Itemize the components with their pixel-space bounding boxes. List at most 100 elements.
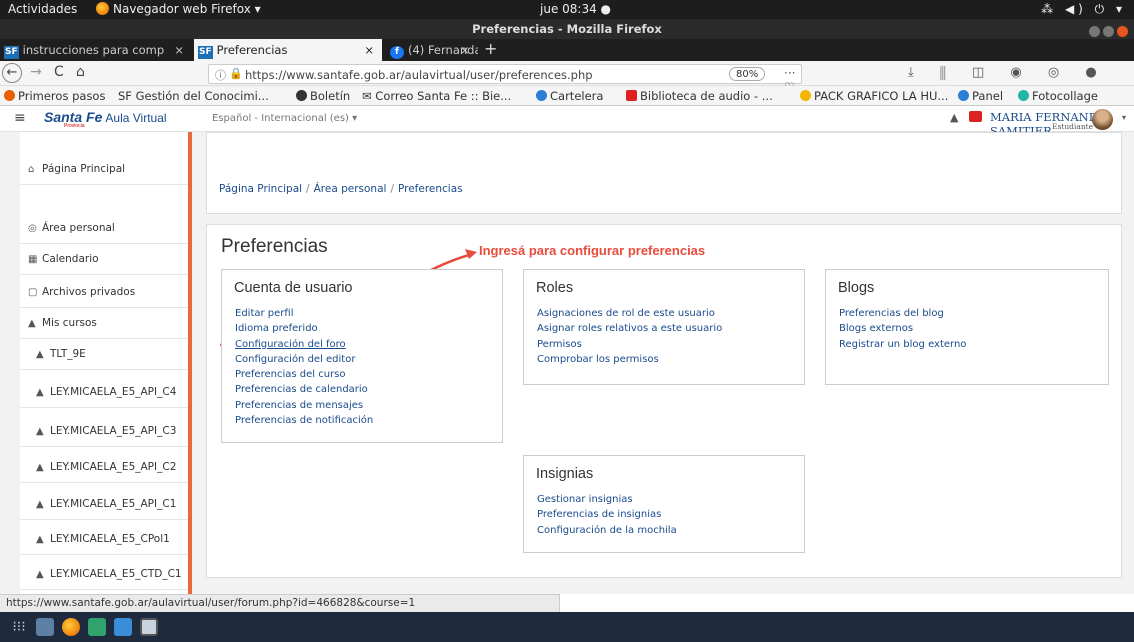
sidebar-item-course[interactable]: ▲ LEY.MICAELA_E5_API_C1 (20, 489, 188, 520)
link-asignaciones-de-rol[interactable]: Asignaciones de rol de este usuario (537, 306, 722, 321)
nav-drawer: ⌂ Página Principal ◎ Área personal ▦ Calend… (20, 132, 192, 594)
sidebar-item-area-personal[interactable]: ◎ Área personal (20, 213, 188, 244)
link-preferencias-de-mensajes[interactable]: Preferencias de mensajes (235, 398, 373, 413)
toolbar-icons[interactable]: ⤓ ⫼ ◫ ◉ ◎ ● (908, 65, 1108, 80)
link-preferencias-de-calendario[interactable]: Preferencias de calendario (235, 382, 373, 397)
hamburger-menu-icon[interactable]: ≡ (14, 110, 26, 126)
page-content: ⌂ Página Principal ◎ Área personal ▦ Calend… (0, 132, 1134, 594)
link-gestionar-insignias[interactable]: Gestionar insignias (537, 492, 677, 507)
breadcrumb: Página Principal / Área personal / Preferenc… (219, 183, 463, 195)
preferences-card: Preferencias Ingresá para configurar pre… (206, 224, 1122, 578)
bookmark-cartelera[interactable]: Cartelera (536, 89, 603, 103)
clock[interactable]: jue 08:34 ● (540, 2, 611, 16)
tab-bar: SF instrucciones para comp × SF Preferencia… (0, 39, 1134, 61)
link-blogs-externos[interactable]: Blogs externos (839, 321, 966, 336)
files-app-icon[interactable] (36, 618, 54, 636)
window-title: Preferencias - Mozilla Firefox (472, 22, 662, 36)
bookmark-boletin[interactable]: Boletín (296, 89, 350, 103)
link-asignar-roles[interactable]: Asignar roles relativos a este usuario (537, 321, 722, 336)
link-configuracion-del-foro[interactable]: Configuración del foro (235, 337, 373, 352)
santafe-favicon-icon: SF (4, 46, 19, 59)
forward-button[interactable]: → (30, 64, 42, 80)
link-idioma-preferido[interactable]: Idioma preferido (235, 321, 373, 336)
breadcrumb-item[interactable]: Área personal (314, 183, 387, 195)
user-menu-chevron-down-icon[interactable]: ▾ (1122, 113, 1126, 122)
graduation-cap-icon: ▲ (36, 349, 44, 360)
avatar[interactable] (1092, 109, 1113, 130)
section-cuenta-de-usuario: Cuenta de usuario Editar perfil Idioma p… (221, 269, 503, 443)
dashboard-icon: ◎ (28, 223, 37, 234)
breadcrumb-item[interactable]: Preferencias (398, 183, 463, 195)
facebook-favicon-icon: f (390, 46, 404, 59)
link-editar-perfil[interactable]: Editar perfil (235, 306, 373, 321)
reload-button[interactable]: C (54, 64, 64, 80)
link-preferencias-de-insignias[interactable]: Preferencias de insignias (537, 507, 677, 522)
section-title: Blogs (838, 280, 875, 296)
bookmark-correo[interactable]: ✉ Correo Santa Fe :: Bie... (362, 89, 511, 103)
sidebar-item-mis-cursos[interactable]: ▲ Mis cursos (20, 308, 188, 339)
url-text[interactable]: https://www.santafe.gob.ar/aulavirtual/u… (245, 68, 593, 82)
app-menu-label: Navegador web Firefox ▾ (113, 2, 261, 16)
back-button[interactable]: ← (2, 63, 22, 83)
graduation-cap-icon: ▲ (36, 569, 44, 580)
section-insignias: Insignias Gestionar insignias Preferenci… (523, 455, 805, 553)
bookmark-primeros-pasos[interactable]: Primeros pasos (4, 89, 105, 103)
bookmark-biblioteca[interactable]: Biblioteca de audio - ... (626, 89, 773, 103)
sidebar-item-archivos-privados[interactable]: ▢ Archivos privados (20, 277, 188, 308)
link-preferencias-del-blog[interactable]: Preferencias del blog (839, 306, 966, 321)
bookmark-fotocollage[interactable]: Fotocollage (1018, 89, 1098, 103)
close-window-button[interactable] (1117, 26, 1128, 37)
sidebar-item-course[interactable]: ▲ LEY.MICAELA_E5_CTD_C1 (20, 559, 188, 590)
section-roles: Roles Asignaciones de rol de este usuari… (523, 269, 805, 385)
spreadsheet-app-icon[interactable] (88, 618, 106, 636)
firefox-app-icon[interactable] (62, 618, 80, 636)
system-tray[interactable]: ⁂ ◀) ⏻ ▾ (1041, 2, 1126, 17)
link-preferencias-del-curso[interactable]: Preferencias del curso (235, 367, 373, 382)
link-registrar-blog-externo[interactable]: Registrar un blog externo (839, 337, 966, 352)
bookmark-icon (958, 90, 969, 101)
sidebar-item-course[interactable]: ▲ TLT_9E (20, 339, 188, 370)
maximize-button[interactable] (1103, 26, 1114, 37)
screen-app-icon[interactable] (140, 618, 158, 636)
sidebar-item-calendario[interactable]: ▦ Calendario (20, 244, 188, 275)
info-icon[interactable]: ⓘ (215, 67, 226, 83)
bookmark-gestion[interactable]: SF Gestión del Conocimi... (118, 89, 269, 103)
bookmark-panel[interactable]: Panel (958, 89, 1003, 103)
bookmark-pack-grafico[interactable]: PACK GRAFICO LA HU... (800, 89, 948, 103)
tab-preferencias[interactable]: SF Preferencias × (194, 39, 382, 61)
url-bar[interactable]: ⓘ 🔒 https://www.santafe.gob.ar/aulavirtu… (208, 64, 802, 108)
bookmark-icon (4, 90, 15, 101)
link-configuracion-del-editor[interactable]: Configuración del editor (235, 352, 373, 367)
activities-button[interactable]: Actividades (8, 2, 77, 16)
close-tab-icon[interactable]: × (460, 39, 480, 61)
close-tab-icon[interactable]: × (174, 39, 184, 61)
zoom-level[interactable]: 80% (729, 67, 766, 81)
breadcrumb-item[interactable]: Página Principal (219, 183, 302, 195)
new-tab-button[interactable]: + (484, 39, 497, 59)
sidebar-item-course[interactable]: ▲ LEY.MICAELA_E5_API_C4 (20, 377, 188, 408)
bookmark-icon (626, 90, 637, 101)
show-apps-grid-icon[interactable]: ⁝⁝⁝ (10, 618, 28, 636)
sidebar-item-pagina-principal[interactable]: ⌂ Página Principal (20, 154, 188, 185)
close-tab-icon[interactable]: × (364, 39, 374, 61)
site-logo[interactable]: Santa Fe Aula Virtual Provincia (44, 109, 167, 129)
minimize-button[interactable] (1089, 26, 1100, 37)
writer-app-icon[interactable] (114, 618, 132, 636)
language-selector[interactable]: Español - Internacional (es) ▾ (212, 113, 357, 124)
messages-icon[interactable] (969, 111, 982, 122)
app-menu[interactable]: Navegador web Firefox ▾ (96, 2, 261, 16)
link-configuracion-mochila[interactable]: Configuración de la mochila (537, 523, 677, 538)
tab-instrucciones[interactable]: SF instrucciones para comp × (0, 39, 192, 61)
bookmark-icon (536, 90, 547, 101)
sidebar-item-course[interactable]: ▲ LEY.MICAELA_E5_API_C2 (20, 452, 188, 483)
graduation-cap-icon: ▲ (36, 387, 44, 398)
sidebar-item-course[interactable]: ▲ LEY.MICAELA_E5_API_C3 (20, 416, 188, 447)
link-comprobar-permisos[interactable]: Comprobar los permisos (537, 352, 722, 367)
lock-icon[interactable]: 🔒 (229, 67, 243, 80)
link-preferencias-de-notificacion[interactable]: Preferencias de notificación (235, 413, 373, 428)
link-permisos[interactable]: Permisos (537, 337, 722, 352)
sidebar-item-course[interactable]: ▲ LEY.MICAELA_E5_CPol1 (20, 524, 188, 555)
home-button[interactable]: ⌂ (76, 64, 85, 80)
notifications-bell-icon[interactable]: ▲ (950, 111, 958, 124)
section-title: Cuenta de usuario (234, 280, 353, 296)
